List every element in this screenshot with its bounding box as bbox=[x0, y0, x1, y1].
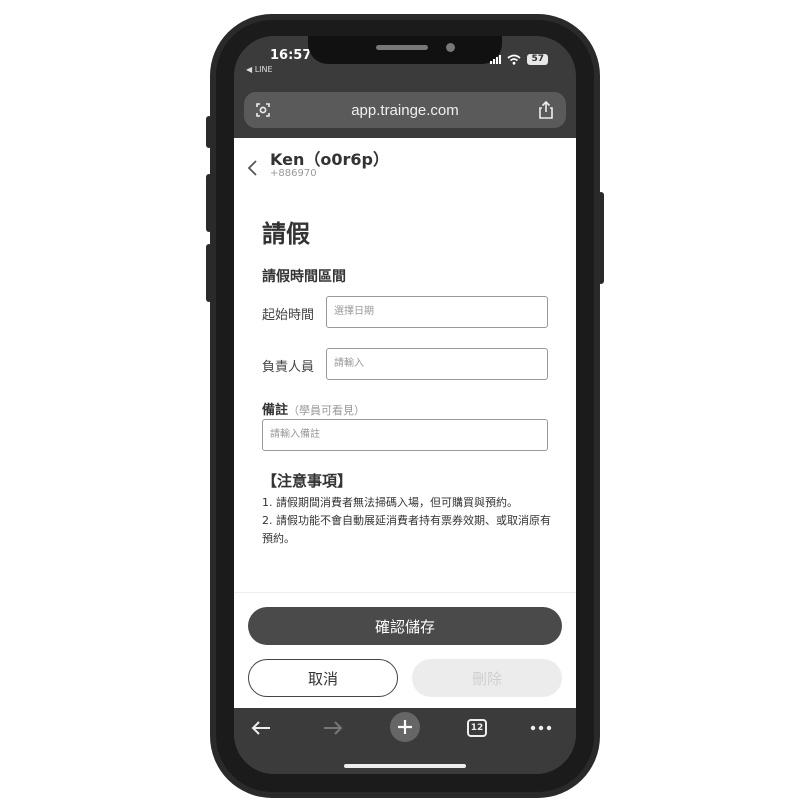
back-chevron-icon[interactable] bbox=[246, 158, 260, 178]
notice-list: 1. 請假期間消費者無法掃碼入場，但可購買與預約。 2. 請假功能不會自動展延消… bbox=[262, 494, 552, 548]
tab-count-icon: 12 bbox=[467, 719, 487, 737]
speaker-grille bbox=[376, 45, 428, 50]
more-menu-button[interactable] bbox=[528, 716, 554, 740]
confirm-save-button[interactable]: 確認儲存 bbox=[248, 607, 562, 645]
share-icon[interactable] bbox=[538, 100, 554, 120]
cancel-button[interactable]: 取消 bbox=[248, 659, 398, 697]
status-indicators: 57 bbox=[490, 54, 548, 65]
browser-forward-button[interactable] bbox=[320, 716, 346, 740]
plus-icon bbox=[398, 720, 412, 734]
section-title: 請假時間區間 bbox=[262, 269, 346, 285]
page-title: 請假 bbox=[262, 220, 310, 248]
note-label-text: 備註 bbox=[262, 403, 289, 418]
delete-button[interactable]: 刪除 bbox=[412, 659, 562, 697]
status-time: 16:57 bbox=[270, 48, 312, 63]
member-phone: +886970 bbox=[270, 168, 317, 179]
tabs-button[interactable]: 12 bbox=[464, 716, 490, 740]
signal-icon bbox=[490, 55, 502, 64]
back-to-app-link[interactable]: ◀ LINE bbox=[246, 65, 273, 74]
note-label: 備註（學員可看見） bbox=[262, 399, 365, 418]
leave-request-page: Ken（o0r6p） +886970 請假 請假時間區間 起始時間 選擇日期 負… bbox=[234, 138, 576, 608]
browser-back-button[interactable] bbox=[248, 716, 274, 740]
staff-label: 負責人員 bbox=[262, 360, 315, 375]
page-settings-icon[interactable] bbox=[254, 101, 272, 119]
url-text[interactable]: app.trainge.com bbox=[351, 102, 459, 119]
browser-toolbar: 12 bbox=[234, 708, 576, 774]
notch bbox=[308, 36, 502, 64]
start-date-input[interactable]: 選擇日期 bbox=[326, 296, 548, 328]
notice-item: 1. 請假期間消費者無法掃碼入場，但可購買與預約。 bbox=[262, 496, 518, 509]
start-time-label: 起始時間 bbox=[262, 308, 315, 323]
arrow-right-icon bbox=[324, 721, 343, 735]
note-input[interactable]: 請輸入備註 bbox=[262, 419, 548, 451]
home-indicator[interactable] bbox=[344, 764, 466, 768]
new-tab-button[interactable] bbox=[390, 712, 420, 742]
staff-input[interactable]: 請輸入 bbox=[326, 348, 548, 380]
wifi-icon bbox=[507, 54, 522, 65]
notice-title: 【注意事項】 bbox=[262, 472, 353, 490]
camera-dot bbox=[446, 43, 455, 52]
action-bar: 確認儲存 取消 刪除 bbox=[234, 592, 576, 708]
stage: 16:57 ◀ LINE 57 app.trainge.com Ken（o0r6… bbox=[0, 0, 810, 810]
note-hint: （學員可看見） bbox=[288, 404, 366, 417]
arrow-left-icon bbox=[251, 721, 270, 735]
battery-indicator: 57 bbox=[527, 54, 548, 65]
member-name: Ken（o0r6p） bbox=[270, 150, 389, 169]
phone-screen: 16:57 ◀ LINE 57 app.trainge.com Ken（o0r6… bbox=[234, 36, 576, 774]
address-bar[interactable]: app.trainge.com bbox=[244, 92, 566, 128]
notice-item: 2. 請假功能不會自動展延消費者持有票券效期、或取消原有預約。 bbox=[262, 514, 551, 545]
more-dots-icon bbox=[530, 725, 552, 731]
